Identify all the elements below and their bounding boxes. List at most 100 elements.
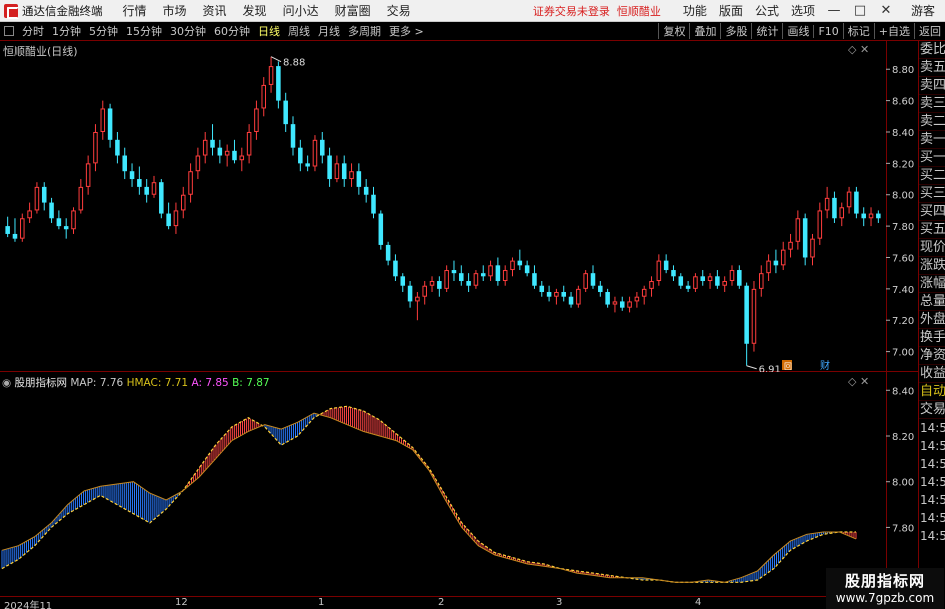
tool-f10[interactable]: F10 xyxy=(813,24,842,38)
price-tick-label: 8.20 xyxy=(892,159,914,170)
close-icon[interactable]: ✕ xyxy=(873,3,899,18)
candle-body xyxy=(773,260,779,266)
quote-field-label: 卖五 xyxy=(919,60,945,77)
candle-body xyxy=(810,238,815,258)
period-monthly[interactable]: 月线 xyxy=(318,23,340,39)
menu-market-quotes[interactable]: 行情 xyxy=(123,2,147,19)
period-5min[interactable]: 5分钟 xyxy=(89,23,118,39)
watermark-url: www.7gpzb.com xyxy=(835,591,935,605)
tool-multi-stock[interactable]: 多股 xyxy=(720,23,751,39)
period-toolbar: 分时 1分钟 5分钟 15分钟 30分钟 60分钟 日线 周线 月线 多周期 更… xyxy=(0,22,945,41)
tick-time: 14:56 xyxy=(920,439,945,453)
menu-wealth-circle[interactable]: 财富圈 xyxy=(335,2,371,19)
period-60min[interactable]: 60分钟 xyxy=(214,23,250,39)
candle-body xyxy=(583,273,588,289)
low-marker-label: 6.91 xyxy=(759,365,781,372)
candle-body xyxy=(802,218,808,258)
tool-add-watchlist[interactable]: +自选 xyxy=(873,23,914,39)
menu-discover[interactable]: 发现 xyxy=(243,2,267,19)
menu-layout[interactable]: 版面 xyxy=(719,2,743,19)
tool-overlay[interactable]: 叠加 xyxy=(689,23,720,39)
candle-body xyxy=(759,273,764,289)
quote-field-label: 买三 xyxy=(919,186,945,203)
auto-toggle[interactable]: 自动 xyxy=(919,383,945,401)
minimize-icon[interactable]: — xyxy=(821,3,847,18)
app-title: 通达信金融终端 xyxy=(22,3,103,18)
candle-body xyxy=(729,270,735,282)
candle-body xyxy=(700,276,706,282)
indicator-toggle-icon[interactable]: ◉ xyxy=(2,377,11,389)
main-chart-controls[interactable]: ◇ ✕ xyxy=(848,43,869,56)
candle-body xyxy=(393,260,398,277)
candle-body xyxy=(524,265,530,274)
period-15min[interactable]: 15分钟 xyxy=(126,23,162,39)
quote-field-label: 涨幅 xyxy=(919,276,945,293)
tool-statistics[interactable]: 统计 xyxy=(751,23,782,39)
menu-trade[interactable]: 交易 xyxy=(387,2,411,19)
candle-body xyxy=(576,288,581,305)
candle-body xyxy=(846,191,852,208)
period-30min[interactable]: 30分钟 xyxy=(170,23,206,39)
period-1min[interactable]: 1分钟 xyxy=(52,23,81,39)
tool-back[interactable]: 返回 xyxy=(914,23,945,39)
menu-functions[interactable]: 功能 xyxy=(683,2,707,19)
candle-body xyxy=(254,108,259,132)
candle-body xyxy=(671,270,676,277)
toolbar-grip-icon[interactable] xyxy=(4,26,14,36)
maximize-icon[interactable]: □ xyxy=(847,3,873,18)
candle-body xyxy=(488,265,493,277)
menu-ask-assistant[interactable]: 问小达 xyxy=(283,2,319,19)
period-daily[interactable]: 日线 xyxy=(258,23,280,39)
candle-body xyxy=(832,197,837,219)
period-weekly[interactable]: 周线 xyxy=(288,23,310,39)
quote-fields: 委比 卖五 卖四 卖三 卖二 卖一 买一 买二 买三 买四 买五 现价 涨跌 涨幅 总量 外盘 换手 净资 收益 xyxy=(919,41,945,383)
chart-tools: 复权 叠加 多股 统计 画线 F10 标记 +自选 返回 xyxy=(658,22,945,41)
candle-body xyxy=(685,285,691,289)
trade-tab[interactable]: 交易 xyxy=(919,401,945,419)
login-status-text: 证券交易未登录 xyxy=(532,4,610,18)
period-more[interactable]: 更多 > xyxy=(389,23,424,39)
candle-body xyxy=(159,182,164,214)
quote-field-label: 买五 xyxy=(919,222,945,239)
indicator-name[interactable]: 股朋指标网 xyxy=(15,377,68,389)
candle-body xyxy=(707,276,713,282)
guest-user[interactable]: 游客 xyxy=(911,2,935,19)
quote-field-label: 卖三 xyxy=(919,96,945,113)
indicator-chart[interactable]: 7.607.808.008.208.40 xyxy=(0,372,918,596)
candle-body xyxy=(363,186,369,195)
menu-market[interactable]: 市场 xyxy=(163,2,187,19)
date-label: 3 xyxy=(556,597,563,608)
candle-body xyxy=(649,281,654,289)
candle-body xyxy=(788,241,793,250)
menu-formula[interactable]: 公式 xyxy=(755,2,779,19)
login-status[interactable]: 证券交易未登录 恒顺醋业 xyxy=(533,3,661,19)
candle-body xyxy=(356,171,362,187)
candle-body xyxy=(641,288,647,297)
menu-news[interactable]: 资讯 xyxy=(203,2,227,19)
tool-draw-line[interactable]: 画线 xyxy=(782,23,813,39)
candle-body xyxy=(115,139,120,156)
candle-body xyxy=(93,131,98,164)
candle-body xyxy=(232,150,237,161)
candle-body xyxy=(693,276,698,289)
candle-body xyxy=(766,260,771,274)
candlestick-chart[interactable]: 7.00 7.20 7.40 7.60 7.80 8.00 8.20 8.40 8.60 8.80… xyxy=(0,41,918,372)
period-intraday[interactable]: 分时 xyxy=(22,23,44,39)
tool-adjust[interactable]: 复权 xyxy=(658,23,689,39)
quote-field-label: 买二 xyxy=(919,168,945,185)
price-tick-label: 8.40 xyxy=(892,128,914,139)
candle-body xyxy=(137,179,142,187)
candle-body xyxy=(605,291,610,305)
candle-body xyxy=(276,66,281,101)
candle-body xyxy=(817,210,823,239)
indicator-controls[interactable]: ◇ ✕ xyxy=(848,375,869,388)
quote-field-label: 买一 xyxy=(919,150,945,167)
b-label: B: xyxy=(232,377,243,389)
quote-field-label: 卖一 xyxy=(919,132,945,149)
period-multi[interactable]: 多周期 xyxy=(348,23,381,39)
quote-side-panel: 委比 卖五 卖四 卖三 卖二 卖一 买一 买二 买三 买四 买五 现价 涨跌 涨幅 总量 外盘 换手 净资 收益 自… xyxy=(918,41,945,609)
tool-mark[interactable]: 标记 xyxy=(842,23,874,39)
menu-options[interactable]: 选项 xyxy=(791,2,815,19)
candle-body xyxy=(210,139,215,148)
tick-time: 14:56 xyxy=(920,529,945,543)
